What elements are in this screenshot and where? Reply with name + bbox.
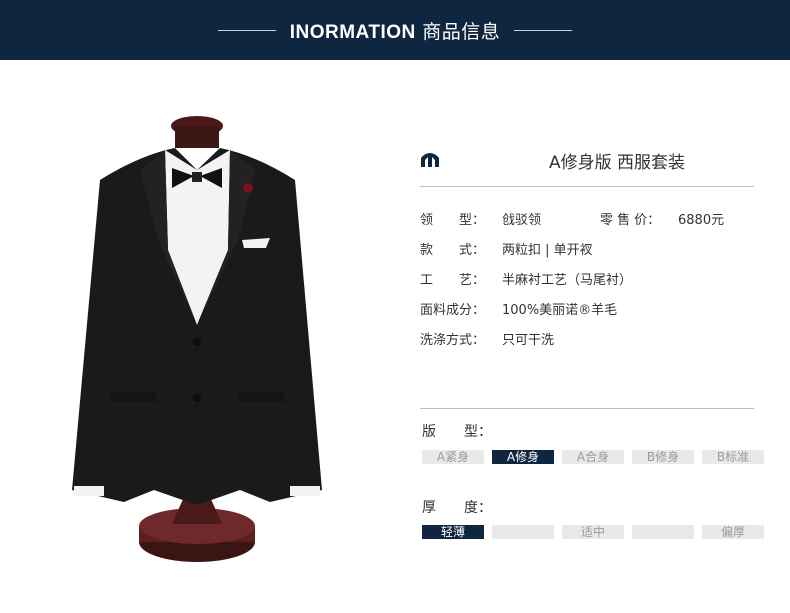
fit-option-b-standard[interactable]: B标准 <box>702 450 764 464</box>
fit-option-a-tight[interactable]: A紧身 <box>422 450 484 464</box>
fit-option-a-regular[interactable]: A合身 <box>562 450 624 464</box>
header-banner: INORMATION 商品信息 <box>0 0 790 60</box>
fit-option-a-slim[interactable]: A修身 <box>492 450 554 464</box>
spec-row-style: 款 式： 两粒扣 | 单开衩 <box>420 239 754 269</box>
spec-label: 工 艺： <box>420 273 486 288</box>
banner-title-cn: 商品信息 <box>422 20 501 43</box>
spec-row-collar: 领 型： 戗驳领 零 售 价： 6880元 <box>420 209 754 239</box>
product-info: A修身版 西服套装 领 型： 戗驳领 零 售 价： 6880元 款 式： 两粒扣… <box>420 140 754 359</box>
spec-value: 只可干洗 <box>502 333 555 348</box>
thickness-option-medium[interactable]: 适中 <box>562 525 624 539</box>
product-name: A修身版 西服套装 <box>548 153 686 173</box>
spec-row-fabric: 面料成分： 100%美丽诺®羊毛 <box>420 299 754 329</box>
fit-option-b-slim[interactable]: B修身 <box>632 450 694 464</box>
fit-label: 版 型： <box>422 424 492 440</box>
thickness-options: 轻薄 适中 偏厚 <box>422 525 772 539</box>
spec-value: 半麻衬工艺（马尾衬） <box>502 273 633 288</box>
banner-title-en: INORMATION <box>289 21 416 43</box>
banner-right-line <box>514 29 573 31</box>
thickness-option-blank-2[interactable] <box>632 525 694 539</box>
spec-list: 领 型： 戗驳领 零 售 价： 6880元 款 式： 两粒扣 | 单开衩 工 艺… <box>420 209 754 359</box>
banner-left-line <box>217 29 276 31</box>
thickness-option-thick[interactable]: 偏厚 <box>702 525 764 539</box>
spec-label: 面料成分： <box>420 303 486 318</box>
spec-row-craft: 工 艺： 半麻衬工艺（马尾衬） <box>420 269 754 299</box>
spec-value: 戗驳领 <box>502 213 542 228</box>
spec-label: 款 式： <box>420 243 486 258</box>
price-value: 6880元 <box>678 213 725 228</box>
spec-label: 领 型： <box>420 213 486 228</box>
spec-value: 100%美丽诺®羊毛 <box>502 303 618 318</box>
suit-illustration <box>72 116 322 562</box>
spec-value: 两粒扣 | 单开衩 <box>502 243 593 258</box>
banner-title: INORMATION 商品信息 <box>290 17 501 44</box>
thickness-option-light[interactable]: 轻薄 <box>422 525 484 539</box>
product-image <box>60 110 330 570</box>
product-title-row: A修身版 西服套装 <box>420 140 754 187</box>
section-divider <box>420 408 754 409</box>
fit-options: A紧身 A修身 A合身 B修身 B标准 <box>422 450 772 464</box>
spec-label: 洗涤方式： <box>420 333 486 348</box>
spec-row-care: 洗涤方式： 只可干洗 <box>420 329 754 359</box>
thickness-label: 厚 度： <box>422 500 492 516</box>
price-label: 零 售 价： <box>600 213 661 228</box>
thickness-option-blank-1[interactable] <box>492 525 554 539</box>
